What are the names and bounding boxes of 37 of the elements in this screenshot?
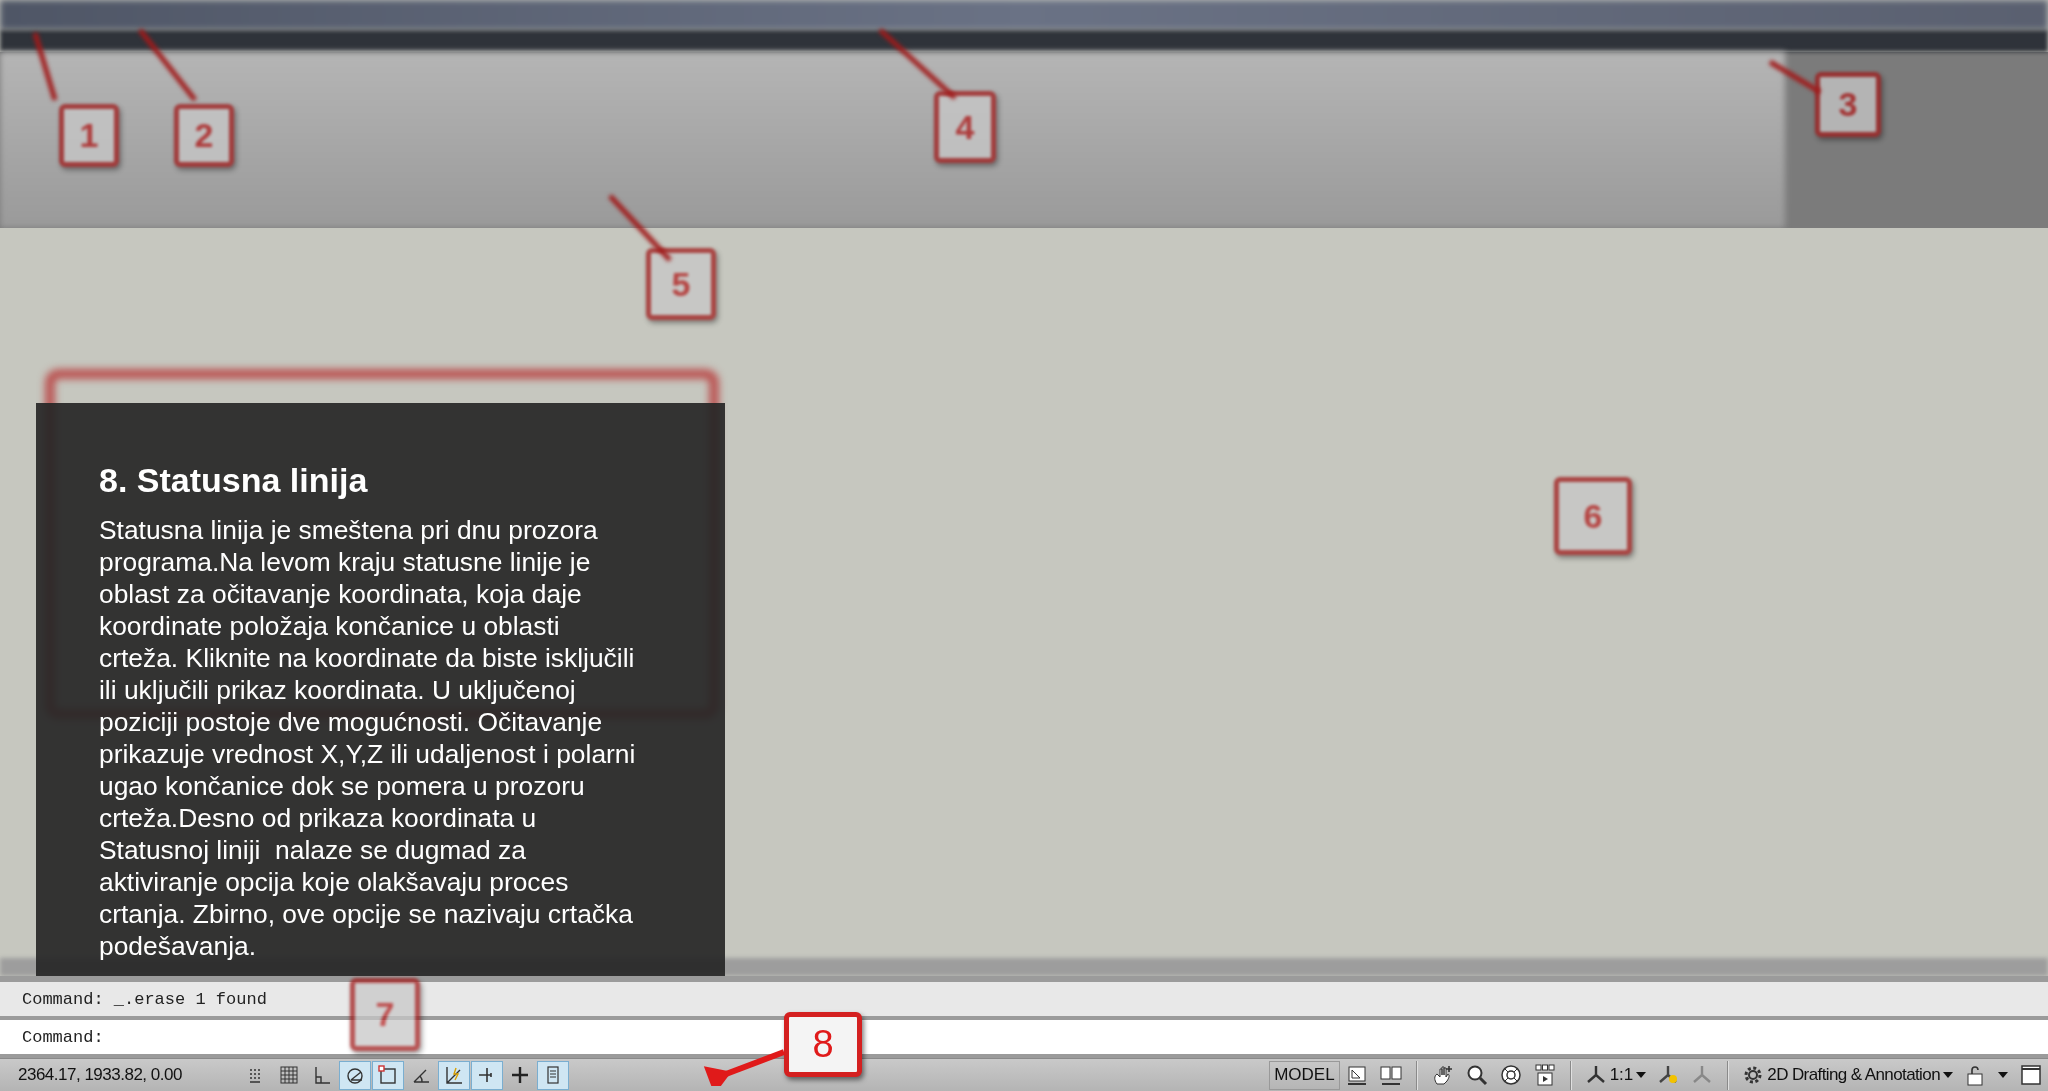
annotation-visibility-icon bbox=[1657, 1064, 1680, 1086]
model-button[interactable]: MODEL bbox=[1269, 1060, 1340, 1090]
panel-title: 8. Statusna linija bbox=[99, 461, 368, 500]
callout-number: 4 bbox=[934, 91, 996, 163]
lock-icon bbox=[1964, 1064, 1986, 1086]
caret-icon bbox=[1998, 1072, 2008, 1078]
lwt-icon bbox=[510, 1065, 530, 1085]
grid-icon bbox=[279, 1065, 299, 1085]
two-panes-icon bbox=[1379, 1064, 1402, 1086]
panel-body-text: Statusna linija je smeštena pri dnu prozora programa.Na levom kraju statusne linije je oblast za očitavanje koordinata, koja daje koordinate položaja končanice u oblasti crteža. Kliknite na koordinate da biste isključili ili uključili prikaz koordinata. U uključenoj poziciji postoje dve mogućnosti. Očitavanje prikazuje vrednost X,Y,Z ili udaljenost i polarni ugao končanice dok se pomera u prozoru crteža.Desno od prikaza koordinata u Statusnoj liniji nalaze se dugmad za aktiviranje opcija koje olakšavaju proces crtanja. Zbirno, ove opcije se nazivaju crtačka podešavanja. bbox=[99, 514, 637, 962]
callout-number: 2 bbox=[174, 104, 234, 167]
callout-number: 7 bbox=[350, 978, 420, 1051]
window-icon bbox=[2020, 1064, 2042, 1086]
drafting-toggle-button[interactable] bbox=[372, 1060, 404, 1090]
callout-number: 3 bbox=[1815, 72, 1881, 137]
caret-icon bbox=[1943, 1072, 1953, 1078]
drafting-toggle-button[interactable] bbox=[471, 1060, 503, 1090]
drafting-toggle-button[interactable] bbox=[438, 1060, 470, 1090]
drafting-toggle-button[interactable] bbox=[537, 1060, 569, 1090]
wheel-icon bbox=[1499, 1064, 1522, 1086]
caret-icon bbox=[1636, 1072, 1647, 1078]
coordinates-readout[interactable]: 2364.17, 1933.82, 0.00 bbox=[0, 1065, 240, 1085]
polar-icon bbox=[345, 1065, 365, 1085]
callout-number: 1 bbox=[59, 104, 119, 167]
search-icon bbox=[1465, 1064, 1488, 1086]
callout-number: 8 bbox=[784, 1012, 862, 1077]
drafting-toggle-button[interactable] bbox=[339, 1060, 371, 1090]
hand-icon bbox=[1431, 1064, 1454, 1086]
osnap-icon bbox=[378, 1065, 398, 1085]
film-frames-icon bbox=[1533, 1064, 1556, 1086]
workspace-button[interactable]: 2D Drafting & Annotation bbox=[1737, 1060, 1958, 1090]
annotation-scale-button[interactable]: 1:1 bbox=[1579, 1060, 1652, 1090]
ducs-icon bbox=[444, 1065, 464, 1085]
callout-number: 5 bbox=[646, 248, 716, 320]
layout-icon bbox=[1345, 1064, 1368, 1086]
ortho-icon bbox=[312, 1065, 332, 1085]
callout-number: 6 bbox=[1554, 477, 1632, 555]
